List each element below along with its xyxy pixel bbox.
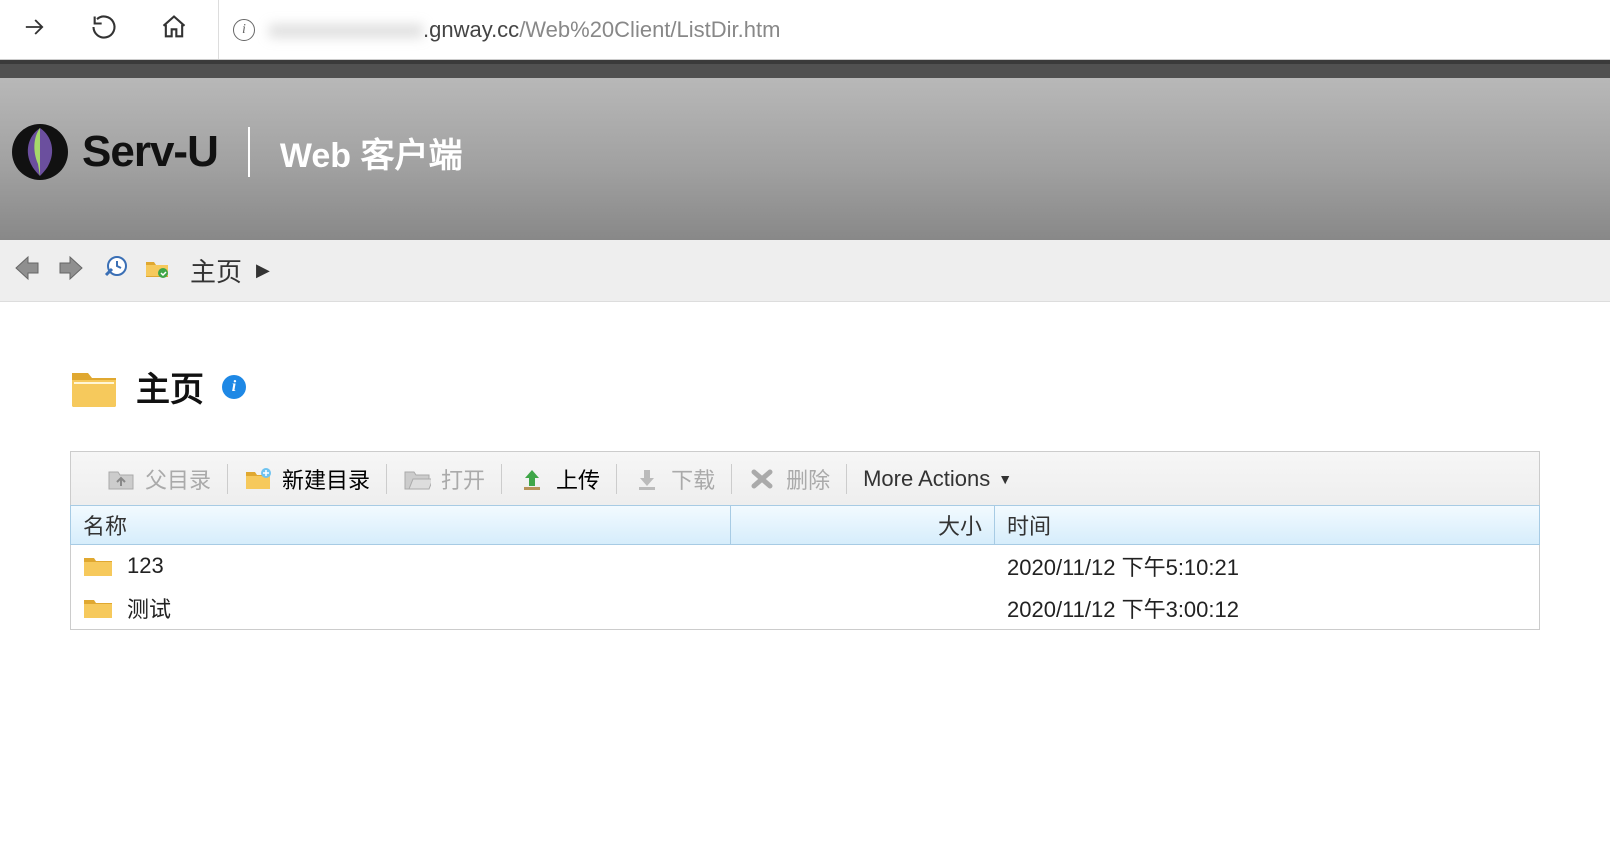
app-header: Serv-U Web 客户端: [0, 60, 1610, 240]
breadcrumb[interactable]: 主页: [190, 252, 242, 289]
folder-icon: [70, 365, 118, 409]
site-info-icon[interactable]: i: [233, 19, 255, 41]
table-body: 123 2020/11/12 下午5:10:21 测试 2020/11/12 下…: [70, 545, 1540, 630]
forward-arrow-icon[interactable]: [56, 251, 90, 290]
brand-name: Serv-U: [82, 127, 218, 177]
new-dir-icon: [244, 466, 272, 492]
browser-toolbar: i xxxxxxxxxxxxxx.gnway.cc/Web%20Client/L…: [0, 0, 1610, 60]
download-button[interactable]: 下载: [617, 463, 731, 495]
nav-toolbar: 主页 ▶: [0, 240, 1610, 302]
logo: Serv-U: [10, 122, 218, 182]
new-dir-button[interactable]: 新建目录: [228, 463, 386, 495]
parent-dir-icon: [107, 466, 135, 492]
download-icon: [633, 466, 661, 492]
home-icon[interactable]: [160, 13, 188, 46]
column-header-size[interactable]: 大小: [731, 506, 995, 544]
delete-button[interactable]: 删除: [732, 463, 846, 495]
open-icon: [403, 466, 431, 492]
page-title-row: 主页 i: [70, 362, 1540, 411]
content-area: 主页 i 父目录 新建目录 打开 上传 下载 删除: [0, 302, 1610, 650]
new-dir-label: 新建目录: [282, 463, 370, 495]
browser-nav-icons: [20, 13, 188, 46]
history-icon[interactable]: [104, 255, 130, 286]
header-divider: [248, 127, 250, 177]
parent-dir-button[interactable]: 父目录: [91, 463, 227, 495]
parent-dir-label: 父目录: [145, 463, 211, 495]
refresh-icon[interactable]: [90, 13, 118, 46]
table-row[interactable]: 测试 2020/11/12 下午3:00:12: [71, 587, 1539, 629]
url-host: .gnway.cc: [423, 17, 519, 42]
folder-icon: [83, 553, 113, 579]
servu-logo-icon: [10, 122, 70, 182]
breadcrumb-caret-icon: ▶: [256, 260, 270, 281]
delete-label: 删除: [786, 463, 830, 495]
table-row[interactable]: 123 2020/11/12 下午5:10:21: [71, 545, 1539, 587]
actions-toolbar: 父目录 新建目录 打开 上传 下载 删除 More Actions: [70, 451, 1540, 505]
page-title: 主页: [136, 362, 204, 411]
open-button[interactable]: 打开: [387, 463, 501, 495]
header-subtitle: Web 客户端: [280, 128, 463, 177]
upload-button[interactable]: 上传: [502, 463, 616, 495]
more-actions-button[interactable]: More Actions ▼: [847, 466, 1028, 492]
download-label: 下载: [671, 463, 715, 495]
more-actions-label: More Actions: [863, 466, 990, 492]
row-name: 测试: [127, 592, 171, 624]
upload-icon: [518, 466, 546, 492]
folder-refresh-icon[interactable]: [144, 255, 170, 286]
open-label: 打开: [441, 463, 485, 495]
row-time: 2020/11/12 下午3:00:12: [995, 592, 1539, 624]
folder-icon: [83, 595, 113, 621]
back-arrow-icon[interactable]: [8, 251, 42, 290]
info-icon[interactable]: i: [222, 375, 246, 399]
url-path: /Web%20Client/ListDir.htm: [519, 17, 780, 42]
caret-down-icon: ▼: [998, 471, 1012, 487]
row-name: 123: [127, 553, 164, 579]
table-header: 名称 大小 时间: [70, 505, 1540, 545]
row-time: 2020/11/12 下午5:10:21: [995, 550, 1539, 582]
upload-label: 上传: [556, 463, 600, 495]
column-header-name[interactable]: 名称: [71, 506, 731, 544]
url-text: xxxxxxxxxxxxxx.gnway.cc/Web%20Client/Lis…: [269, 17, 780, 43]
forward-icon[interactable]: [20, 13, 48, 46]
url-bar[interactable]: i xxxxxxxxxxxxxx.gnway.cc/Web%20Client/L…: [218, 0, 1590, 59]
column-header-time[interactable]: 时间: [995, 506, 1539, 544]
delete-icon: [748, 466, 776, 492]
